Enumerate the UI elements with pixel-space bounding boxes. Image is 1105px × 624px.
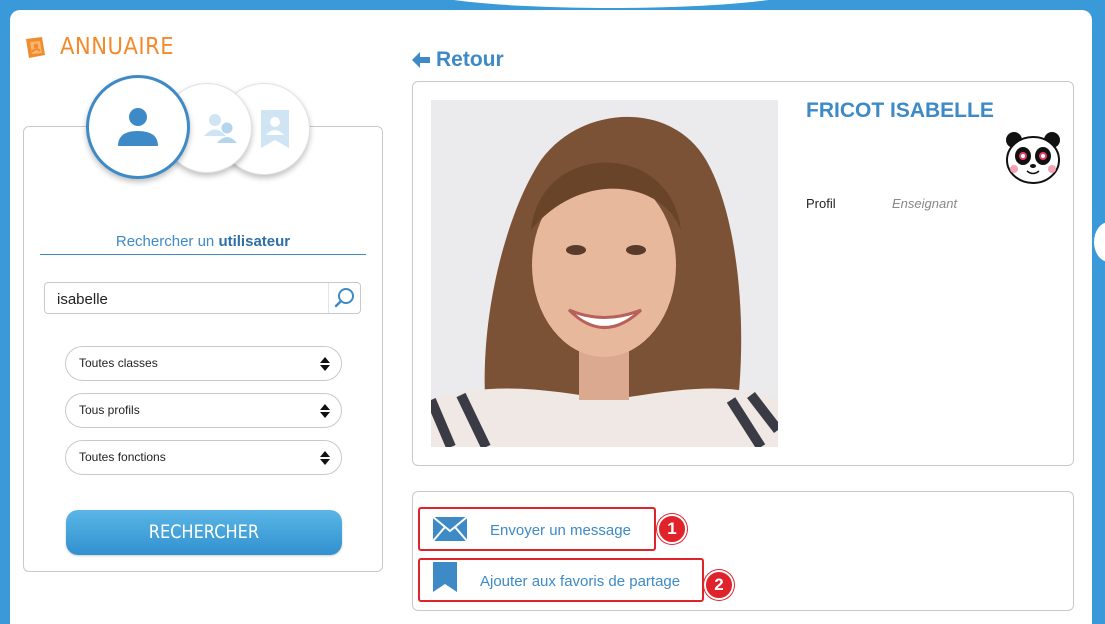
search-heading: Rechercher un utilisateur	[40, 233, 366, 255]
envelope-icon	[432, 516, 468, 542]
app-title-text: ANNUAIRE	[60, 34, 175, 60]
panda-avatar-icon	[1006, 132, 1060, 184]
group-users-icon	[204, 114, 237, 143]
profile-photo	[431, 100, 778, 447]
search-input[interactable]	[57, 289, 317, 309]
sort-arrows-icon	[320, 404, 330, 418]
step-badge-2: 2	[704, 570, 734, 600]
class-select-value: Toutes classes	[79, 356, 158, 370]
function-select-value: Toutes fonctions	[79, 450, 166, 464]
sort-arrows-icon	[320, 451, 330, 465]
background-cloud-right	[1094, 222, 1105, 262]
arrow-left-icon	[412, 52, 430, 68]
send-message-button[interactable]: Envoyer un message	[418, 507, 656, 551]
user-name: FRICOT ISABELLE	[806, 99, 994, 122]
user-icon	[118, 108, 158, 146]
class-select[interactable]: Toutes classes	[65, 346, 342, 381]
search-heading-prefix: Rechercher un	[115, 233, 219, 250]
search-button[interactable]: RECHERCHER	[66, 510, 342, 555]
background-cloud	[418, 0, 804, 8]
contact-card-icon	[261, 110, 289, 148]
app-title: ANNUAIRE	[22, 34, 184, 60]
back-link[interactable]: Retour	[412, 48, 504, 72]
back-link-label: Retour	[436, 48, 504, 71]
sort-arrows-icon	[320, 357, 330, 371]
search-button-label: RECHERCHER	[148, 521, 260, 543]
profile-select[interactable]: Tous profils	[65, 393, 342, 428]
search-icon	[334, 288, 354, 308]
search-box	[44, 282, 361, 314]
directory-logo-icon	[26, 37, 45, 58]
profile-field-label: Profil	[806, 196, 836, 211]
profile-select-value: Tous profils	[79, 403, 140, 417]
add-favorite-label: Ajouter aux favoris de partage	[480, 573, 681, 590]
send-message-label: Envoyer un message	[490, 522, 631, 539]
search-submit-button[interactable]	[328, 283, 360, 313]
profile-field-value: Enseignant	[892, 196, 958, 211]
step-badge-1: 1	[657, 514, 687, 544]
search-heading-bold: utilisateur	[218, 233, 291, 250]
add-favorite-button[interactable]: Ajouter aux favoris de partage	[418, 558, 704, 602]
function-select[interactable]: Toutes fonctions	[65, 440, 342, 475]
profile-photo-image	[431, 100, 778, 447]
bookmark-icon	[433, 562, 457, 592]
tab-single-user[interactable]	[86, 75, 190, 179]
